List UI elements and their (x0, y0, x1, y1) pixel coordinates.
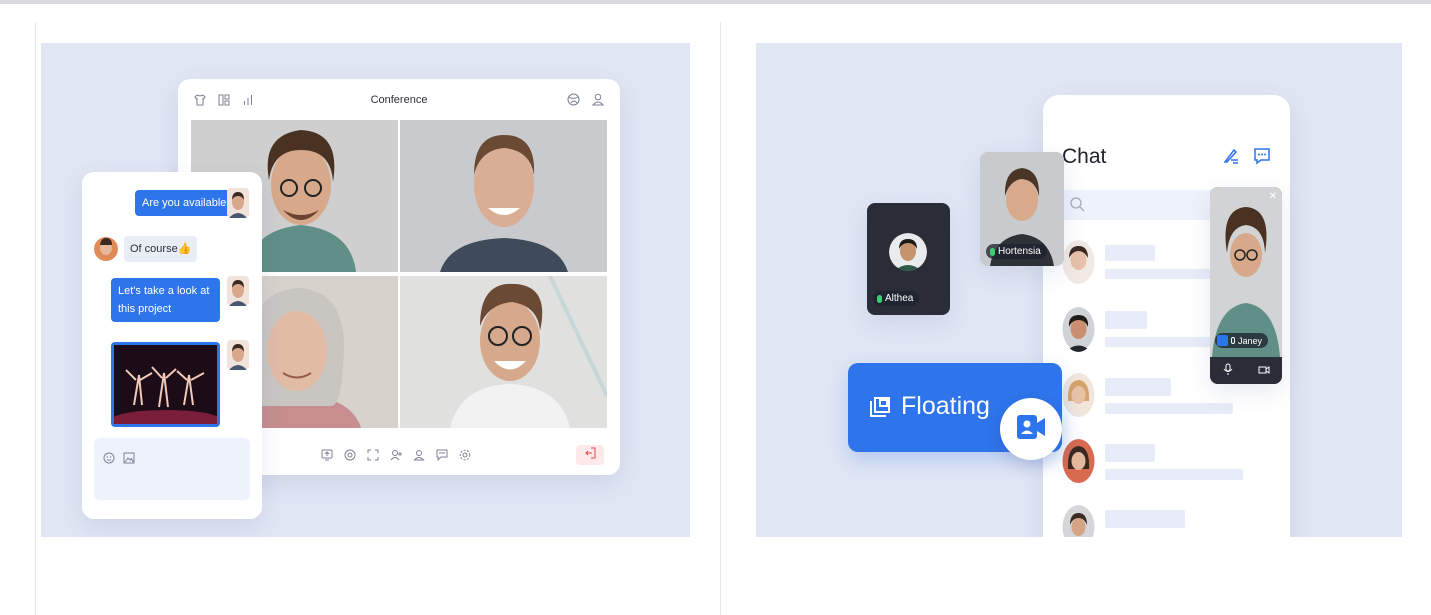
contact-avatar[interactable] (1062, 505, 1095, 537)
chat-title: Chat (1062, 145, 1107, 168)
floating-video-janey[interactable]: ✕ Janey (1210, 187, 1282, 384)
globe-icon[interactable] (567, 93, 580, 108)
participant-name: Althea (885, 293, 914, 304)
top-divider (0, 0, 1431, 4)
video-controls (1210, 357, 1282, 384)
emoji-icon[interactable] (103, 451, 115, 469)
contact-avatar[interactable] (1062, 240, 1095, 285)
leave-button[interactable] (576, 445, 604, 465)
contact-avatar[interactable] (1062, 439, 1095, 484)
participant-portrait (400, 276, 607, 428)
search-icon (1070, 197, 1085, 217)
contact-name-placeholder (1105, 311, 1147, 329)
compose-icon[interactable] (1222, 147, 1240, 170)
participant-tile-hortensia[interactable]: Hortensia (980, 152, 1064, 266)
contact-name-placeholder (1105, 510, 1185, 528)
settings-icon[interactable] (459, 449, 471, 463)
video-tile-2[interactable] (400, 120, 607, 272)
avatar (227, 276, 249, 306)
participant-portrait (400, 120, 607, 272)
share-screen-icon[interactable] (321, 449, 333, 463)
avatar (94, 234, 118, 264)
floating-label: Floating (901, 392, 990, 420)
participant-name-tag: Hortensia (986, 244, 1047, 259)
contact-preview-placeholder (1105, 403, 1233, 414)
floating-window-icon (869, 396, 891, 423)
contact-name-placeholder (1105, 444, 1155, 462)
chat-icon[interactable] (436, 449, 448, 463)
camera-icon[interactable] (1258, 362, 1270, 380)
image-icon[interactable] (123, 451, 135, 469)
contact-name-placeholder (1105, 378, 1171, 396)
conference-title: Conference (370, 94, 428, 106)
contact-preview-placeholder (1105, 269, 1215, 279)
conference-controls (321, 449, 471, 463)
participant-tile-althea[interactable]: Althea (867, 203, 950, 315)
fullscreen-icon[interactable] (367, 449, 379, 463)
participant-name-tag: Althea (873, 291, 920, 306)
contact-preview-placeholder (1105, 337, 1215, 347)
record-icon[interactable] (344, 449, 356, 463)
close-icon[interactable]: ✕ (1269, 191, 1277, 202)
microphone-icon[interactable] (1223, 362, 1233, 380)
contact-preview-placeholder (1105, 469, 1243, 480)
chat-showcase: Chat Althea Hortensia ✕ Janey Floating (756, 43, 1402, 537)
left-border (35, 22, 36, 615)
dance-photo (111, 345, 221, 430)
video-call-button[interactable] (1000, 398, 1062, 460)
video-call-icon (1016, 414, 1046, 445)
contact-avatar[interactable] (1062, 373, 1095, 418)
mic-icon (877, 294, 882, 303)
exit-icon (584, 446, 596, 464)
message-icon[interactable] (1253, 147, 1271, 170)
mic-icon (1231, 337, 1235, 344)
conference-toolbar-right (567, 93, 605, 108)
contact-avatar[interactable] (1062, 307, 1095, 352)
center-divider (720, 22, 721, 615)
invite-icon[interactable] (390, 449, 402, 463)
avatar (227, 340, 249, 370)
avatar (889, 233, 927, 271)
image-message[interactable] (111, 342, 221, 430)
participant-name: Janey (1238, 335, 1263, 346)
avatar (227, 188, 249, 218)
chat-window: Are you available? Of course👍 Let's take… (82, 172, 262, 519)
message-bubble: Are you available? (135, 190, 240, 216)
contact-name-placeholder (1105, 245, 1155, 261)
participant-name: Hortensia (998, 246, 1041, 257)
mic-icon (990, 247, 995, 256)
message-bubble: Of course👍 (124, 236, 198, 262)
members-icon[interactable] (413, 449, 425, 463)
participant-portrait (1210, 187, 1282, 357)
message-input[interactable] (94, 438, 250, 500)
conference-showcase: Conference Are you available? Of course👍… (41, 43, 690, 537)
user-badge-icon (1217, 335, 1228, 346)
user-icon[interactable] (591, 93, 605, 108)
participant-name-tag: Janey (1215, 333, 1269, 348)
message-bubble: Let's take a look at this project (111, 278, 220, 322)
video-tile-4[interactable] (400, 276, 607, 428)
